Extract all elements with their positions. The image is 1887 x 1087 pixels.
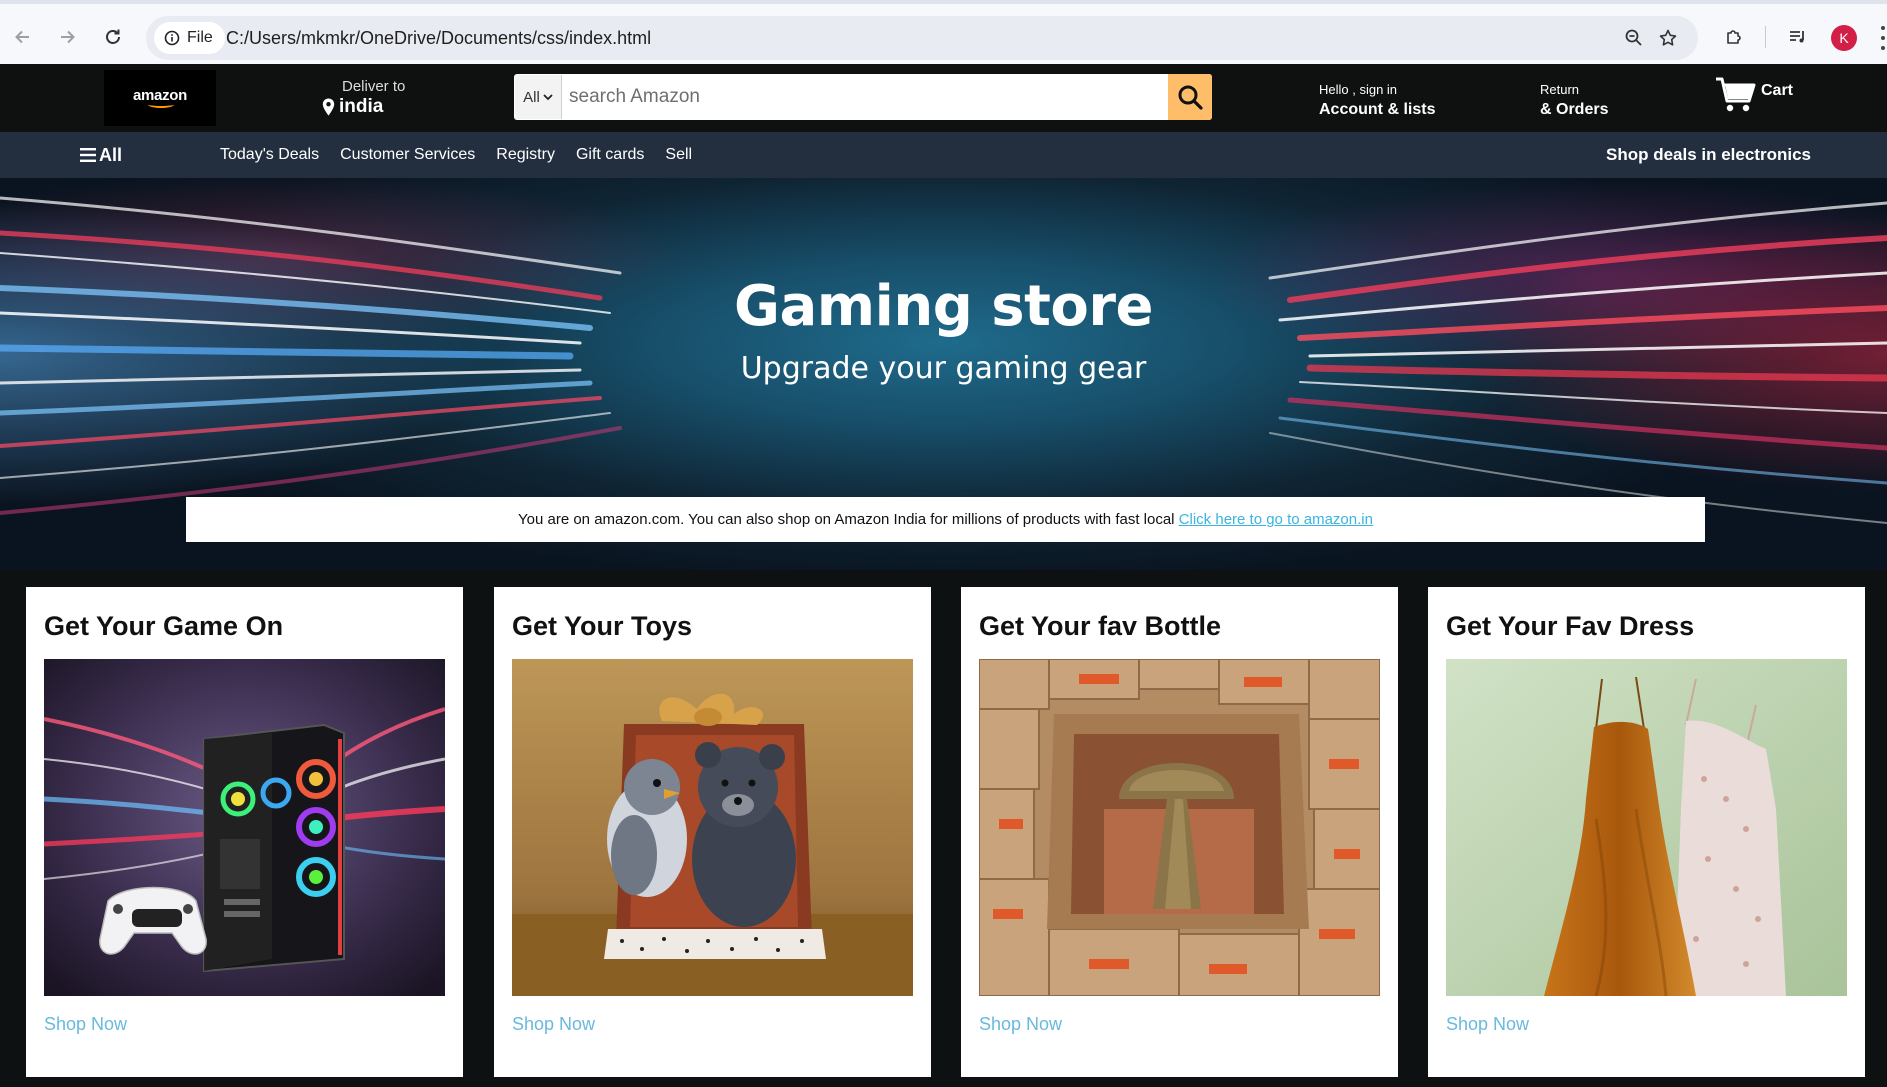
notice-text: You are on amazon.com. You can also shop… [518, 511, 1179, 528]
search-category-select[interactable]: All [515, 75, 562, 119]
amazon-logo[interactable]: amazon [104, 70, 216, 126]
cart-icon [1716, 77, 1756, 112]
shop-now-link[interactable]: Shop Now [979, 1014, 1062, 1035]
deliver-location: india [339, 96, 384, 117]
zoom-icon [1625, 29, 1642, 46]
hamburger-icon [80, 148, 96, 162]
subnav-link-todays-deals[interactable]: Today's Deals [220, 146, 319, 164]
returns-line1: Return [1540, 82, 1580, 97]
back-button[interactable] [8, 22, 38, 52]
account-lists[interactable]: Hello , sign in Account & lists [1319, 82, 1435, 119]
card-bottle: Get Your fav Bottle Shop Now [961, 587, 1398, 1077]
card-title: Get Your Toys [512, 611, 693, 641]
zoom-button[interactable] [1622, 26, 1646, 50]
browser-toolbar: File C:/Users/mkmkr/OneDrive/Documents/c… [0, 0, 1887, 64]
search-category-label: All [523, 88, 540, 106]
puzzle-icon [1727, 30, 1741, 44]
chevron-down-icon [543, 93, 553, 100]
subnav-link-customer-services[interactable]: Customer Services [340, 146, 475, 164]
url-text[interactable]: C:/Users/mkmkr/OneDrive/Documents/css/in… [226, 16, 651, 60]
toolbar-divider [1765, 26, 1766, 48]
browser-menu-icon[interactable] [1879, 26, 1887, 50]
shop-deals-electronics-link[interactable]: Shop deals in electronics [1606, 132, 1811, 178]
all-menu-button[interactable]: All [80, 132, 122, 178]
extensions-button[interactable] [1720, 23, 1748, 51]
reload-button[interactable] [98, 22, 128, 52]
forward-button[interactable] [52, 22, 82, 52]
gaming-pc-image[interactable] [44, 659, 445, 996]
address-bar[interactable]: File C:/Users/mkmkr/OneDrive/Documents/c… [146, 16, 1698, 60]
playlist-icon [1790, 31, 1804, 43]
amazon-in-link[interactable]: Click here to go to amazon.in [1179, 511, 1373, 528]
locale-notice: You are on amazon.com. You can also shop… [186, 497, 1705, 542]
arrow-left-icon [15, 30, 29, 44]
site-chip-label: File [187, 29, 213, 46]
product-cards-section: Get Your Game On Shop Now Get Your Toys … [0, 570, 1887, 1087]
location-pin-icon [322, 98, 335, 116]
search-button[interactable] [1168, 74, 1212, 120]
returns-orders[interactable]: Return & Orders [1540, 82, 1608, 119]
subnav-link-sell[interactable]: Sell [665, 146, 692, 164]
card-game-on: Get Your Game On Shop Now [26, 587, 463, 1077]
shop-now-link[interactable]: Shop Now [512, 1014, 595, 1035]
deliver-label: Deliver to [342, 78, 406, 95]
search-input[interactable] [563, 74, 1152, 120]
cart-label: Cart [1761, 82, 1794, 99]
cart-button[interactable]: Cart [1715, 76, 1793, 114]
card-title: Get Your Fav Dress [1446, 611, 1695, 641]
account-label: Account & lists [1319, 101, 1436, 118]
search-bar: All [514, 74, 1212, 120]
subnav-link-gift-cards[interactable]: Gift cards [576, 146, 644, 164]
amazon-boxes-image[interactable] [979, 659, 1380, 996]
hero-subtitle: Upgrade your gaming gear [740, 351, 1147, 386]
card-toys: Get Your Toys Shop Now [494, 587, 931, 1077]
dresses-image[interactable] [1446, 659, 1847, 996]
shop-now-link[interactable]: Shop Now [44, 1014, 127, 1035]
reload-icon [106, 29, 120, 44]
top-navbar: amazon Deliver to india All Hello , sign… [0, 64, 1887, 132]
hero-title: Gaming store [734, 274, 1153, 339]
plush-toys-image[interactable] [512, 659, 913, 996]
secondary-navbar: All Today's Deals Customer Services Regi… [0, 132, 1887, 178]
info-icon [164, 30, 180, 46]
site-info-chip[interactable]: File [154, 22, 225, 54]
account-greeting: Hello , sign in [1319, 82, 1398, 97]
shop-now-link[interactable]: Shop Now [1446, 1014, 1529, 1035]
returns-line2: & Orders [1540, 101, 1609, 118]
arrow-right-icon [61, 30, 75, 44]
profile-avatar[interactable]: K [1831, 25, 1857, 51]
card-title: Get Your fav Bottle [979, 611, 1222, 641]
card-dress: Get Your Fav Dress Shop Now [1428, 587, 1865, 1077]
subnav-links: Today's Deals Customer Services Registry… [220, 132, 692, 178]
search-icon [1178, 85, 1203, 110]
deliver-to[interactable]: Deliver to india [322, 78, 405, 118]
logo-smile-icon [148, 101, 174, 108]
star-icon [1659, 29, 1677, 46]
bookmark-button[interactable] [1656, 26, 1680, 50]
all-menu-label: All [99, 144, 123, 165]
subnav-link-registry[interactable]: Registry [496, 146, 555, 164]
media-control-button[interactable] [1784, 23, 1812, 51]
card-title: Get Your Game On [44, 611, 284, 641]
